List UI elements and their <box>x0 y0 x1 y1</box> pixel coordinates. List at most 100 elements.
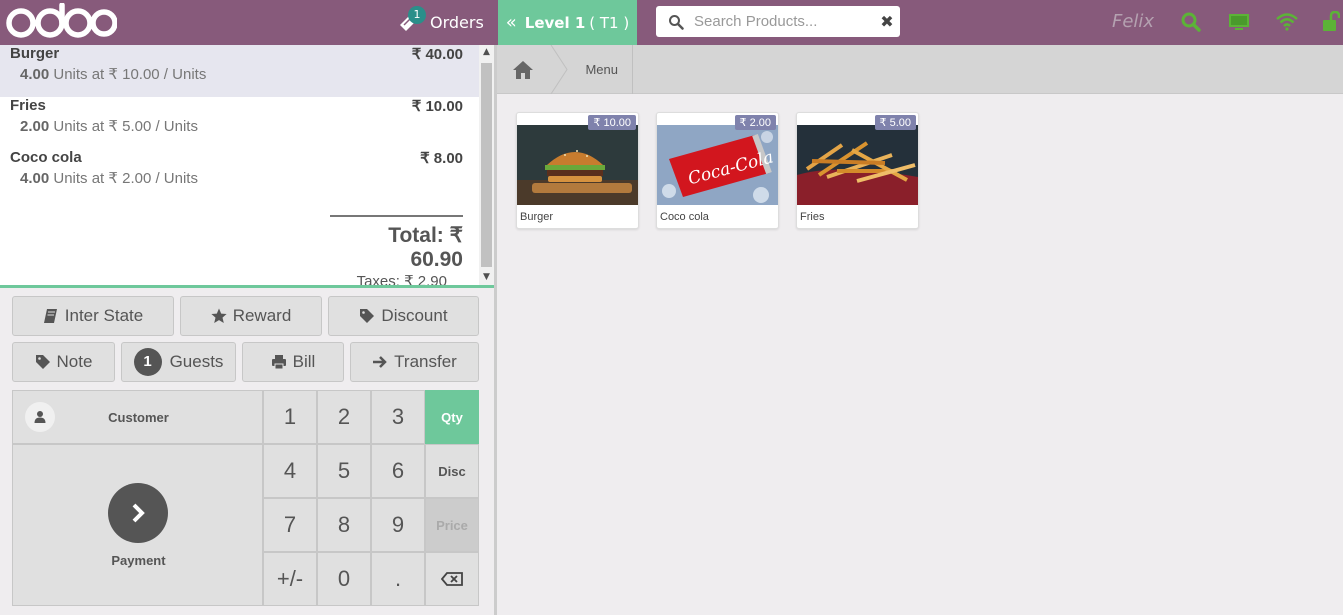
numpad-key-8[interactable]: 8 <box>317 498 371 552</box>
tag-icon <box>360 309 375 323</box>
monitor-icon[interactable] <box>1228 11 1250 33</box>
numpad-key-3[interactable]: 3 <box>371 390 425 444</box>
inter-state-button[interactable]: Inter State <box>12 296 174 336</box>
payment-label: Payment <box>111 553 166 568</box>
note-label: Note <box>56 352 93 371</box>
order-line[interactable]: Burger ₹ 40.00 4.00 Units at ₹ 10.00 / U… <box>0 45 479 97</box>
line-unit-info: Units at ₹ 2.00 / Units <box>49 170 198 187</box>
user-icon <box>25 402 55 432</box>
star-icon <box>211 308 227 323</box>
line-unit-info: Units at ₹ 10.00 / Units <box>49 66 207 83</box>
book-icon <box>43 309 57 323</box>
home-button[interactable] <box>497 45 549 94</box>
order-line[interactable]: Coco cola ₹ 8.00 4.00 Units at ₹ 2.00 / … <box>0 149 479 201</box>
user-name[interactable]: Felix <box>1112 11 1154 32</box>
numpad-key-6[interactable]: 6 <box>371 444 425 498</box>
numpad-key-dot[interactable]: . <box>371 552 425 606</box>
price-mode-button[interactable]: Price <box>425 498 479 552</box>
line-product-name: Fries <box>10 97 46 114</box>
order-taxes: Taxes: ₹ 2.90 <box>356 273 447 285</box>
line-product-name: Coco cola <box>10 149 82 166</box>
home-icon <box>513 60 533 79</box>
odoo-logo <box>6 3 117 38</box>
orders-label: Orders <box>430 13 484 32</box>
line-qty: 4.00 <box>20 170 50 187</box>
bill-button[interactable]: Bill <box>242 342 344 382</box>
scrollbar-thumb[interactable] <box>481 63 492 267</box>
category-breadcrumb: Menu <box>497 45 1343 94</box>
double-chevron-left-icon: « <box>505 12 517 33</box>
ticket-icon: 1 <box>398 5 426 33</box>
product-name: Burger <box>520 211 554 223</box>
qty-mode-button[interactable]: Qty <box>425 390 479 444</box>
line-qty: 2.00 <box>20 118 50 135</box>
guests-label: Guests <box>169 352 224 371</box>
numpad-area: Customer Payment 1 2 3 Qty 4 5 6 Disc 7 … <box>12 390 479 606</box>
line-price: ₹ 10.00 <box>411 98 463 115</box>
numpad-key-1[interactable]: 1 <box>263 390 317 444</box>
scroll-up-arrow-icon[interactable]: ▲ <box>479 45 494 60</box>
orders-button[interactable]: 1 Orders <box>398 0 484 45</box>
product-card[interactable]: Coca-Cola ₹ 2.00 Coco cola <box>656 112 779 229</box>
numpad-key-7[interactable]: 7 <box>263 498 317 552</box>
coca-cola-image: Coca-Cola <box>657 125 778 205</box>
top-bar: 1 Orders « Level 1 ( T1 ) ✖ Felix <box>0 0 1343 45</box>
discount-label: Discount <box>381 306 448 325</box>
order-lines: Burger ₹ 40.00 4.00 Units at ₹ 10.00 / U… <box>0 45 479 285</box>
wifi-icon[interactable] <box>1276 11 1298 33</box>
orders-count-badge: 1 <box>408 5 426 24</box>
order-total: Total: ₹ 60.90 <box>388 224 463 271</box>
order-divider <box>0 285 494 288</box>
payment-button[interactable]: Payment <box>12 444 263 606</box>
printer-icon <box>271 355 286 370</box>
breadcrumb-menu[interactable]: Menu <box>549 45 633 94</box>
floor-level-button[interactable]: « Level 1 ( T1 ) <box>498 0 637 45</box>
search-status-icon[interactable] <box>1180 11 1202 33</box>
transfer-button[interactable]: Transfer <box>350 342 479 382</box>
arrow-right-icon <box>373 356 387 368</box>
product-price-tag: ₹ 10.00 <box>588 115 636 130</box>
search-input[interactable] <box>694 13 874 30</box>
transfer-label: Transfer <box>394 352 457 371</box>
product-card[interactable]: ₹ 5.00 Fries <box>796 112 919 229</box>
numpad-key-9[interactable]: 9 <box>371 498 425 552</box>
line-qty: 4.00 <box>20 66 50 83</box>
product-price-tag: ₹ 5.00 <box>874 115 916 130</box>
note-button[interactable]: Note <box>12 342 115 382</box>
unlock-icon[interactable] <box>1322 11 1340 33</box>
order-line[interactable]: Fries ₹ 10.00 2.00 Units at ₹ 5.00 / Uni… <box>0 97 479 149</box>
fries-image <box>797 125 918 205</box>
reward-label: Reward <box>232 306 292 325</box>
burger-image <box>517 125 638 205</box>
numpad-key-5[interactable]: 5 <box>317 444 371 498</box>
search-icon <box>669 14 684 30</box>
product-card[interactable]: ₹ 10.00 Burger <box>516 112 639 229</box>
scroll-down-arrow-icon[interactable]: ▼ <box>479 270 494 285</box>
product-name: Fries <box>800 211 825 223</box>
product-name: Coco cola <box>660 211 709 223</box>
chevron-right-icon <box>108 483 168 543</box>
order-scrollbar[interactable]: ▲ ▼ <box>479 45 494 285</box>
product-list: ₹ 10.00 Burger Coca-Cola ₹ 2.00 Coco col… <box>497 94 1343 615</box>
reward-button[interactable]: Reward <box>180 296 322 336</box>
numpad-key-0[interactable]: 0 <box>317 552 371 606</box>
line-product-name: Burger <box>10 45 60 62</box>
numpad-key-sign[interactable]: +/- <box>263 552 317 606</box>
table-label: ( T1 ) <box>589 13 630 32</box>
bill-label: Bill <box>292 352 316 371</box>
clear-search-icon[interactable]: ✖ <box>874 12 900 31</box>
guests-button[interactable]: 1 Guests <box>121 342 236 382</box>
numpad-key-2[interactable]: 2 <box>317 390 371 444</box>
numpad-key-4[interactable]: 4 <box>263 444 317 498</box>
line-info: 4.00 Units at ₹ 2.00 / Units <box>20 169 198 187</box>
line-price: ₹ 40.00 <box>411 46 463 63</box>
level-label: Level 1 <box>524 13 586 32</box>
backspace-button[interactable] <box>425 552 479 606</box>
inter-state-label: Inter State <box>64 306 144 325</box>
customer-button[interactable]: Customer <box>12 390 263 444</box>
discount-button[interactable]: Discount <box>328 296 479 336</box>
line-price: ₹ 8.00 <box>420 150 463 167</box>
product-price-tag: ₹ 2.00 <box>734 115 776 130</box>
disc-mode-button[interactable]: Disc <box>425 444 479 498</box>
search-box: ✖ <box>656 6 900 37</box>
